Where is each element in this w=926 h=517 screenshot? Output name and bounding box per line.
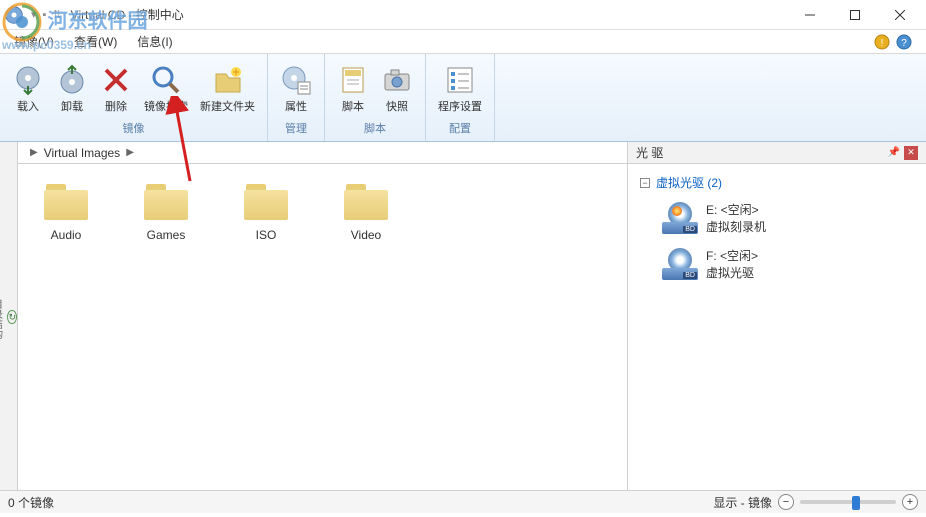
breadcrumb-arrow-icon[interactable]: ▶ — [126, 147, 134, 158]
left-rail: ↻ 目录结构 — [0, 142, 18, 490]
ribbon-group-image: 镜像 — [123, 120, 145, 138]
folder-label: Audio — [51, 228, 82, 242]
folder-label: Games — [147, 228, 186, 242]
delete-button[interactable]: 删除 — [94, 57, 138, 120]
drive-icon: BD — [662, 248, 698, 280]
titlebar-dropdown-icon[interactable]: ▾ — [31, 8, 37, 21]
load-button[interactable]: 载入 — [6, 57, 50, 120]
folder-icon — [42, 180, 90, 220]
drives-panel: 光 驱 📌 ✕ − 虚拟光驱 (2) BD E: <空闲>虚拟刻录机 BD F: <空… — [628, 142, 926, 490]
settings-button[interactable]: 程序设置 — [432, 57, 488, 120]
status-bar: 0 个镜像 显示 - 镜像 − + — [0, 490, 926, 513]
status-count: 0 个镜像 — [8, 494, 54, 511]
about-icon[interactable]: ? — [896, 34, 912, 50]
breadcrumb-root[interactable]: Virtual Images — [44, 146, 120, 160]
titlebar-separator: ▪ — [43, 9, 47, 21]
app-icon — [4, 5, 24, 25]
minimize-button[interactable] — [787, 1, 832, 29]
svg-text:?: ? — [901, 38, 907, 49]
zoom-in-button[interactable]: + — [902, 494, 918, 510]
script-button[interactable]: 脚本 — [331, 57, 375, 120]
drives-tree-title: 虚拟光驱 (2) — [656, 174, 722, 191]
folder-item[interactable]: Games — [130, 180, 202, 242]
drive-item[interactable]: BD E: <空闲>虚拟刻录机 — [634, 195, 920, 241]
drive-type: 虚拟刻录机 — [706, 218, 766, 235]
drives-panel-title: 光 驱 — [636, 144, 663, 161]
new-folder-button[interactable]: 新建文件夹 — [194, 57, 261, 120]
folder-item[interactable]: Video — [330, 180, 402, 242]
breadcrumb[interactable]: ▶ Virtual Images ▶ — [18, 142, 627, 164]
drive-letter: E: <空闲> — [706, 201, 766, 218]
search-button[interactable]: 镜像搜索 — [138, 57, 194, 120]
close-button[interactable] — [877, 1, 922, 29]
folder-label: ISO — [256, 228, 277, 242]
drive-icon: BD — [662, 202, 698, 234]
drives-tree-header[interactable]: − 虚拟光驱 (2) — [634, 170, 920, 195]
title-bar: ▾ ▪ ⇅ Virtual CD - 控制中心 — [0, 0, 926, 30]
zoom-out-button[interactable]: − — [778, 494, 794, 510]
ribbon-group-config: 配置 — [449, 120, 471, 138]
menu-image[interactable]: 镜像(V) — [14, 33, 54, 50]
folder-label: Video — [351, 228, 381, 242]
zoom-thumb[interactable] — [852, 496, 860, 510]
ribbon: 载入 卸载 删除 镜像搜索 新建文件夹 镜像 属性 管理 脚本 快照 脚本 程序… — [0, 54, 926, 142]
collapse-icon[interactable]: − — [640, 178, 650, 188]
drives-panel-header: 光 驱 📌 ✕ — [628, 142, 926, 164]
menu-bar: 镜像(V) 查看(W) 信息(I) ! ? — [0, 30, 926, 54]
folder-icon — [242, 180, 290, 220]
drive-letter: F: <空闲> — [706, 247, 758, 264]
ribbon-group-script: 脚本 — [364, 120, 386, 138]
svg-text:!: ! — [881, 38, 884, 49]
drive-item[interactable]: BD F: <空闲>虚拟光驱 — [634, 241, 920, 287]
titlebar-overflow-icon[interactable]: ⇅ — [52, 8, 61, 21]
folder-item[interactable]: ISO — [230, 180, 302, 242]
folder-item[interactable]: Audio — [30, 180, 102, 242]
left-rail-label[interactable]: 目录结构 — [0, 299, 3, 339]
menu-info[interactable]: 信息(I) — [137, 33, 172, 50]
folder-icon — [342, 180, 390, 220]
panel-close-icon[interactable]: ✕ — [904, 146, 918, 160]
help-icon[interactable]: ! — [874, 34, 890, 50]
status-display-mode: 显示 - 镜像 — [713, 494, 772, 511]
breadcrumb-arrow-icon[interactable]: ▶ — [30, 147, 38, 158]
ribbon-group-manage: 管理 — [285, 120, 307, 138]
unload-button[interactable]: 卸载 — [50, 57, 94, 120]
drive-type: 虚拟光驱 — [706, 264, 758, 281]
menu-view[interactable]: 查看(W) — [74, 33, 117, 50]
folder-view[interactable]: Audio Games ISO Video — [18, 164, 627, 490]
window-title: Virtual CD - 控制中心 — [71, 6, 184, 23]
main-pane: ▶ Virtual Images ▶ Audio Games ISO Video — [18, 142, 628, 490]
folder-icon — [142, 180, 190, 220]
properties-button[interactable]: 属性 — [274, 57, 318, 120]
maximize-button[interactable] — [832, 1, 877, 29]
refresh-icon[interactable]: ↻ — [7, 310, 17, 324]
pin-icon[interactable]: 📌 — [888, 147, 900, 158]
snapshot-button[interactable]: 快照 — [375, 57, 419, 120]
zoom-slider[interactable] — [800, 500, 896, 504]
